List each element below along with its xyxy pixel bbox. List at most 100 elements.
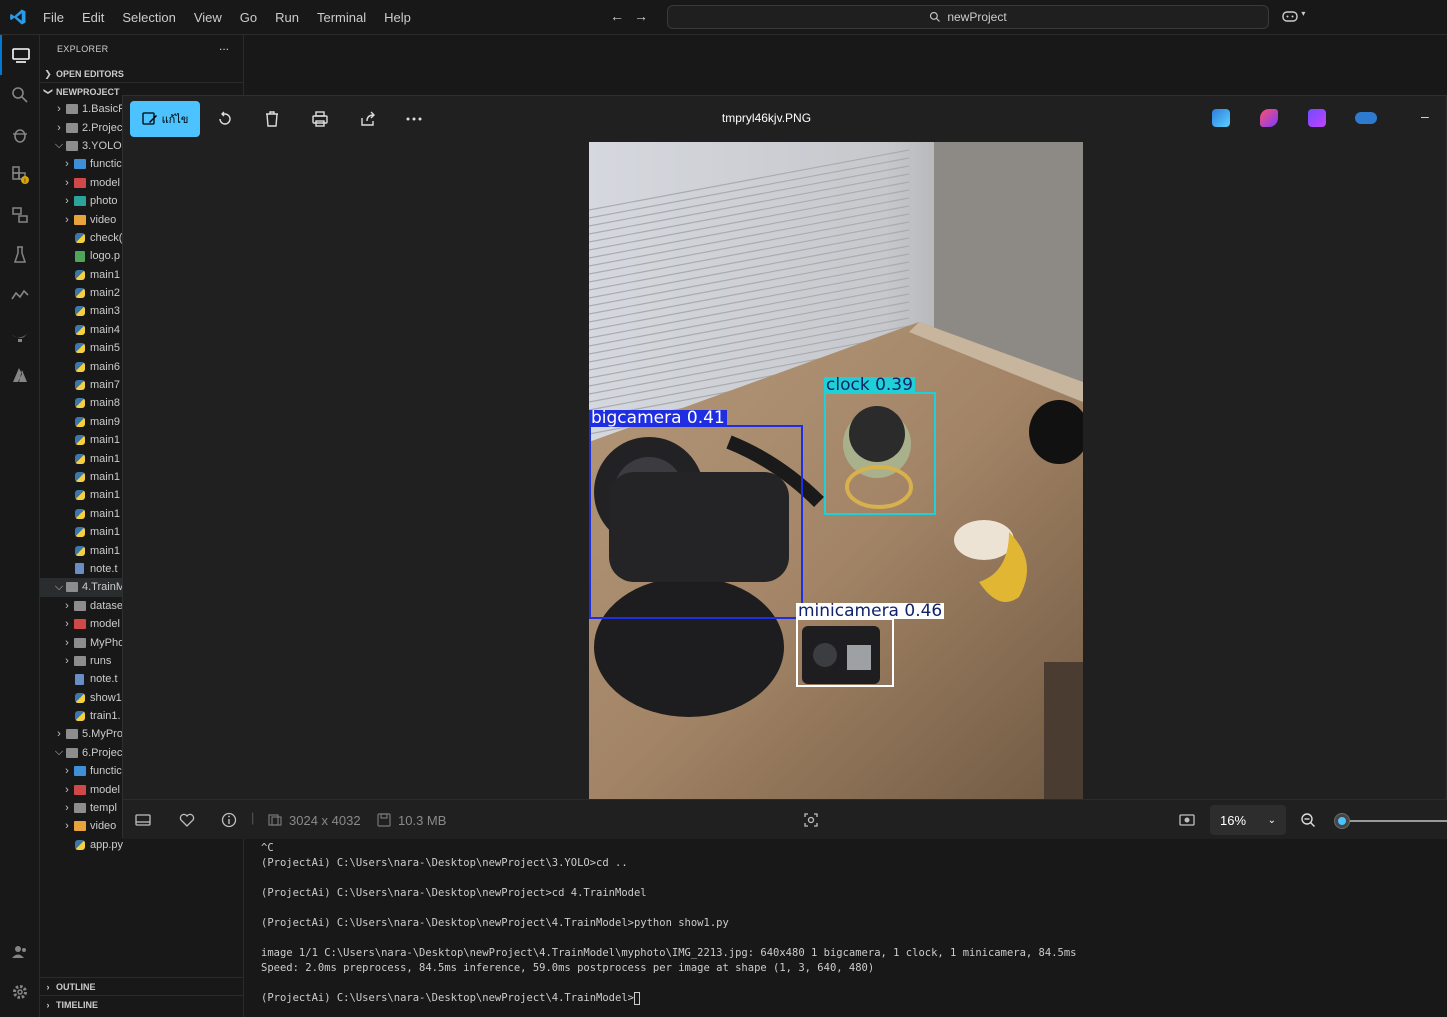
- filmstrip-icon[interactable]: [135, 812, 151, 828]
- tree-item-label: main1: [90, 434, 120, 447]
- vscode-logo-icon: [10, 9, 26, 25]
- photo-display[interactable]: bigcamera 0.41 clock 0.39 minicamera 0.4…: [589, 142, 1083, 799]
- tree-item-label: main9: [90, 415, 120, 428]
- info-icon[interactable]: [221, 812, 237, 828]
- chevron-right-icon: ›: [65, 213, 69, 226]
- menu-item-file[interactable]: File: [34, 0, 73, 35]
- outline-section[interactable]: › OUTLINE: [40, 977, 243, 995]
- folder-icon: [74, 619, 86, 630]
- terminal-line: (ProjectAi) C:\Users\nara-\Desktop\newPr…: [261, 857, 628, 869]
- terminal-panel[interactable]: KeyboardInterrupt^C(ProjectAi) C:\Users\…: [245, 826, 1447, 1017]
- tree-item-label: model: [90, 618, 120, 631]
- python-file-icon: [75, 232, 85, 243]
- chevron-down-icon: ⌵: [54, 580, 64, 593]
- separator: |: [251, 810, 255, 825]
- timeline-graph-icon[interactable]: [0, 275, 40, 315]
- tree-item-label: main1: [90, 507, 120, 520]
- terminal-line: (ProjectAi) C:\Users\nara-\Desktop\newPr…: [261, 991, 1447, 1006]
- zoom-out-icon[interactable]: [1300, 812, 1316, 828]
- azure-icon[interactable]: [0, 355, 40, 395]
- menu-item-view[interactable]: View: [185, 0, 231, 35]
- project-label: NEWPROJECT: [56, 86, 120, 97]
- chevron-right-icon: ›: [65, 176, 69, 189]
- python-file-icon: [75, 380, 85, 391]
- menu-item-go[interactable]: Go: [231, 0, 266, 35]
- image-file-icon: [75, 250, 85, 262]
- chevron-down-icon: ❯: [44, 68, 52, 79]
- folder-icon: [66, 582, 78, 593]
- folder-icon: [74, 803, 86, 814]
- menu-item-edit[interactable]: Edit: [73, 0, 113, 35]
- tree-item-label: main1: [90, 268, 120, 281]
- manage-gear-icon[interactable]: [0, 972, 40, 1012]
- minimize-button[interactable]: –: [1421, 108, 1429, 124]
- back-arrow-icon[interactable]: ←: [610, 8, 624, 24]
- title-bar: File Edit Selection View Go Run Terminal Help ←…: [0, 0, 1447, 35]
- zoom-level-dropdown[interactable]: 16% ⌄: [1210, 805, 1286, 835]
- onedrive-icon[interactable]: [1355, 112, 1377, 124]
- extensions-icon[interactable]: !: [0, 155, 40, 195]
- python-file-icon: [75, 692, 85, 703]
- chevron-right-icon: ›: [65, 654, 69, 667]
- zoom-slider-track[interactable]: [1337, 820, 1447, 822]
- python-file-icon: [75, 269, 85, 280]
- python-file-icon: [75, 711, 85, 722]
- timeline-section[interactable]: › TIMELINE: [40, 995, 243, 1013]
- search-icon: [930, 11, 941, 22]
- visual-search-icon[interactable]: [803, 812, 819, 828]
- python-file-icon: [75, 398, 85, 409]
- explorer-more-button[interactable]: ...: [219, 39, 229, 53]
- search-icon[interactable]: [0, 75, 40, 115]
- menu-item-selection[interactable]: Selection: [113, 0, 184, 35]
- tree-item-label: 5.MyPro: [82, 728, 123, 741]
- explorer-icon[interactable]: [0, 35, 40, 75]
- tree-item-label: note.t: [90, 562, 118, 575]
- menu-item-terminal[interactable]: Terminal: [308, 0, 375, 35]
- tree-item-label: MyPho: [90, 636, 125, 649]
- explorer-title: EXPLORER: [57, 44, 109, 54]
- tree-item-label: main1: [90, 489, 120, 502]
- tree-item-label: video: [90, 820, 117, 833]
- tree-item-label: main5: [90, 342, 120, 355]
- accounts-icon[interactable]: [0, 932, 40, 972]
- chevron-right-icon: ›: [65, 158, 69, 171]
- save-disk-icon: [377, 813, 391, 827]
- favorite-heart-icon[interactable]: [179, 812, 195, 828]
- menu-item-run[interactable]: Run: [266, 0, 308, 35]
- chevron-right-icon: ›: [65, 195, 69, 208]
- folder-icon: [74, 159, 86, 170]
- menu-item-help[interactable]: Help: [375, 0, 420, 35]
- outline-label: OUTLINE: [56, 981, 96, 992]
- testing-icon[interactable]: [0, 235, 40, 275]
- text-file-icon: [75, 563, 84, 575]
- tree-item-label: datase: [90, 599, 124, 612]
- chevron-down-icon: ⌄: [1267, 814, 1276, 826]
- tree-item-label: main1: [90, 471, 120, 483]
- open-editors-section[interactable]: ❯ OPEN EDITORS: [40, 65, 243, 83]
- fit-to-window-icon[interactable]: [1179, 812, 1195, 828]
- activity-bar: !: [0, 35, 40, 1017]
- designer-app-icon[interactable]: [1212, 109, 1230, 127]
- clipchamp-app-icon[interactable]: [1308, 109, 1326, 127]
- copilot-app-icon[interactable]: [1260, 109, 1278, 127]
- zoom-slider-thumb[interactable]: [1334, 813, 1350, 829]
- chevron-right-icon: ›: [65, 599, 69, 612]
- remote-explorer-icon[interactable]: [0, 195, 40, 235]
- genie-lamp-icon[interactable]: [0, 315, 40, 355]
- run-debug-icon[interactable]: [0, 115, 40, 155]
- folder-icon: [74, 655, 86, 666]
- python-file-icon: [75, 288, 85, 299]
- image-dimensions: 3024 x 4032: [289, 812, 361, 828]
- tree-item-label: main7: [90, 379, 120, 392]
- tree-item-label: main4: [90, 323, 120, 336]
- folder-icon: [74, 177, 86, 188]
- command-center-search[interactable]: newProject: [667, 5, 1269, 29]
- tree-item-label: main1: [90, 452, 120, 465]
- copilot-icon[interactable]: ▾: [1282, 9, 1305, 26]
- forward-arrow-icon[interactable]: →: [634, 8, 648, 24]
- chevron-right-icon: ›: [65, 820, 69, 833]
- chevron-right-icon: ›: [65, 802, 69, 815]
- folder-icon: [74, 784, 86, 795]
